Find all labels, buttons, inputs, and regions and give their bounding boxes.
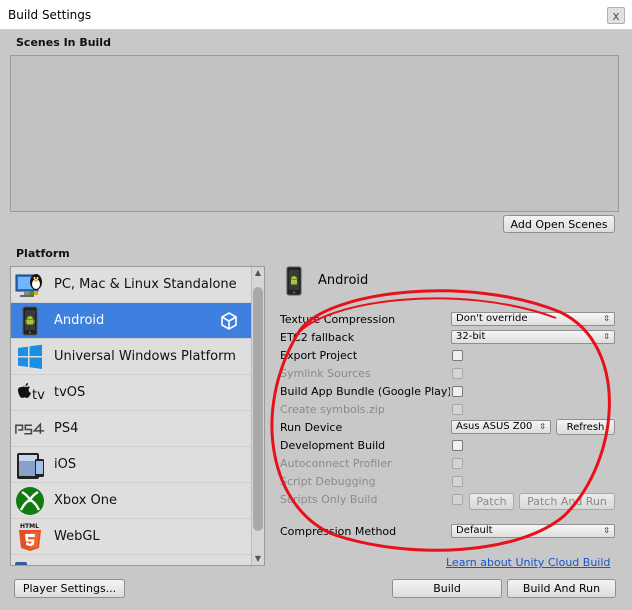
unity-logo-icon (220, 312, 238, 330)
platform-item-webgl[interactable]: HTML WebGL (11, 519, 252, 555)
platform-item-label: PC, Mac & Linux Standalone (54, 277, 237, 292)
script-debugging-checkbox[interactable] (452, 476, 463, 487)
partial-platform-icon (14, 557, 46, 565)
scroll-down-arrow-icon[interactable]: ▼ (252, 553, 264, 565)
development-build-label: Development Build (280, 439, 386, 452)
dropdown-arrows-icon: ⇳ (539, 422, 546, 431)
platform-item-label: tvOS (54, 385, 86, 400)
create-symbols-label: Create symbols.zip (280, 403, 385, 416)
run-device-dropdown[interactable]: Asus ASUS Z00 ⇳ (451, 420, 551, 434)
scroll-up-arrow-icon[interactable]: ▲ (252, 267, 264, 279)
pc-mac-linux-icon (14, 269, 46, 301)
window-title: Build Settings (8, 8, 92, 22)
windows-icon (14, 341, 46, 373)
platform-item-tvos[interactable]: tv tvOS (11, 375, 252, 411)
run-device-label: Run Device (280, 421, 343, 434)
platform-item-uwp[interactable]: Universal Windows Platform (11, 339, 252, 375)
android-icon (14, 305, 46, 337)
autoconnect-profiler-label: Autoconnect Profiler (280, 457, 392, 470)
svg-text:tv: tv (32, 388, 45, 403)
player-settings-button[interactable]: Player Settings... (14, 579, 125, 598)
html5-icon: HTML (14, 521, 46, 553)
dropdown-arrows-icon: ⇳ (603, 332, 610, 341)
dropdown-arrows-icon: ⇳ (603, 314, 610, 323)
scenes-in-build-header: Scenes In Build (16, 36, 111, 49)
platform-list[interactable]: PC, Mac & Linux Standalone Android Unive… (10, 266, 265, 566)
selected-platform-title: Android (318, 273, 369, 288)
platform-item-label: iOS (54, 457, 77, 472)
platform-item-label: Universal Windows Platform (54, 349, 236, 364)
compression-method-dropdown[interactable]: Default ⇳ (451, 524, 615, 538)
platform-item-label: WebGL (54, 529, 100, 544)
title-bar: Build Settings x (0, 0, 632, 30)
ios-icon (14, 449, 46, 481)
patch-button[interactable]: Patch (469, 493, 514, 510)
platform-item-partial[interactable] (11, 555, 252, 565)
close-button[interactable]: x (607, 7, 625, 24)
svg-text:HTML: HTML (20, 523, 39, 530)
build-and-run-button[interactable]: Build And Run (507, 579, 616, 598)
export-project-checkbox[interactable] (452, 350, 463, 361)
scripts-only-build-label: Scripts Only Build (280, 493, 378, 506)
close-icon: x (612, 8, 620, 23)
platform-item-pc-mac-linux[interactable]: PC, Mac & Linux Standalone (11, 267, 252, 303)
run-device-value: Asus ASUS Z00 (456, 421, 533, 432)
symlink-sources-checkbox[interactable] (452, 368, 463, 379)
build-button[interactable]: Build (392, 579, 502, 598)
android-header-icon (283, 266, 307, 296)
dropdown-arrows-icon: ⇳ (603, 526, 610, 535)
create-symbols-checkbox[interactable] (452, 404, 463, 415)
apple-tv-icon: tv (14, 377, 46, 409)
ps4-icon (14, 413, 46, 445)
symlink-sources-label: Symlink Sources (280, 367, 371, 380)
compression-method-value: Default (456, 525, 493, 536)
compression-method-label: Compression Method (280, 525, 397, 538)
build-app-bundle-checkbox[interactable] (452, 386, 463, 397)
etc2-fallback-value: 32-bit (456, 331, 486, 342)
etc2-fallback-label: ETC2 fallback (280, 331, 355, 344)
xbox-icon (14, 485, 46, 517)
platform-item-android[interactable]: Android (11, 303, 252, 339)
texture-compression-dropdown[interactable]: Don't override ⇳ (451, 312, 615, 326)
platform-header: Platform (16, 247, 70, 260)
texture-compression-value: Don't override (456, 313, 528, 324)
platform-item-label: Xbox One (54, 493, 118, 508)
platform-item-label: PS4 (54, 421, 79, 436)
patch-and-run-button[interactable]: Patch And Run (519, 493, 615, 510)
scrollbar-thumb[interactable] (253, 287, 263, 531)
script-debugging-label: Script Debugging (280, 475, 376, 488)
etc2-fallback-dropdown[interactable]: 32-bit ⇳ (451, 330, 615, 344)
development-build-checkbox[interactable] (452, 440, 463, 451)
texture-compression-label: Texture Compression (280, 313, 396, 326)
scenes-list[interactable] (10, 55, 619, 212)
platform-item-ps4[interactable]: PS4 (11, 411, 252, 447)
refresh-button[interactable]: Refresh (556, 419, 615, 435)
platform-item-ios[interactable]: iOS (11, 447, 252, 483)
export-project-label: Export Project (280, 349, 358, 362)
platform-item-xbox-one[interactable]: Xbox One (11, 483, 252, 519)
scripts-only-build-checkbox[interactable] (452, 494, 463, 505)
unity-cloud-build-link[interactable]: Learn about Unity Cloud Build (446, 556, 610, 569)
platform-list-scrollbar[interactable]: ▲ ▼ (251, 267, 264, 565)
add-open-scenes-button[interactable]: Add Open Scenes (503, 215, 615, 233)
platform-item-label: Android (54, 313, 105, 328)
build-app-bundle-label: Build App Bundle (Google Play) (280, 385, 450, 398)
autoconnect-profiler-checkbox[interactable] (452, 458, 463, 469)
